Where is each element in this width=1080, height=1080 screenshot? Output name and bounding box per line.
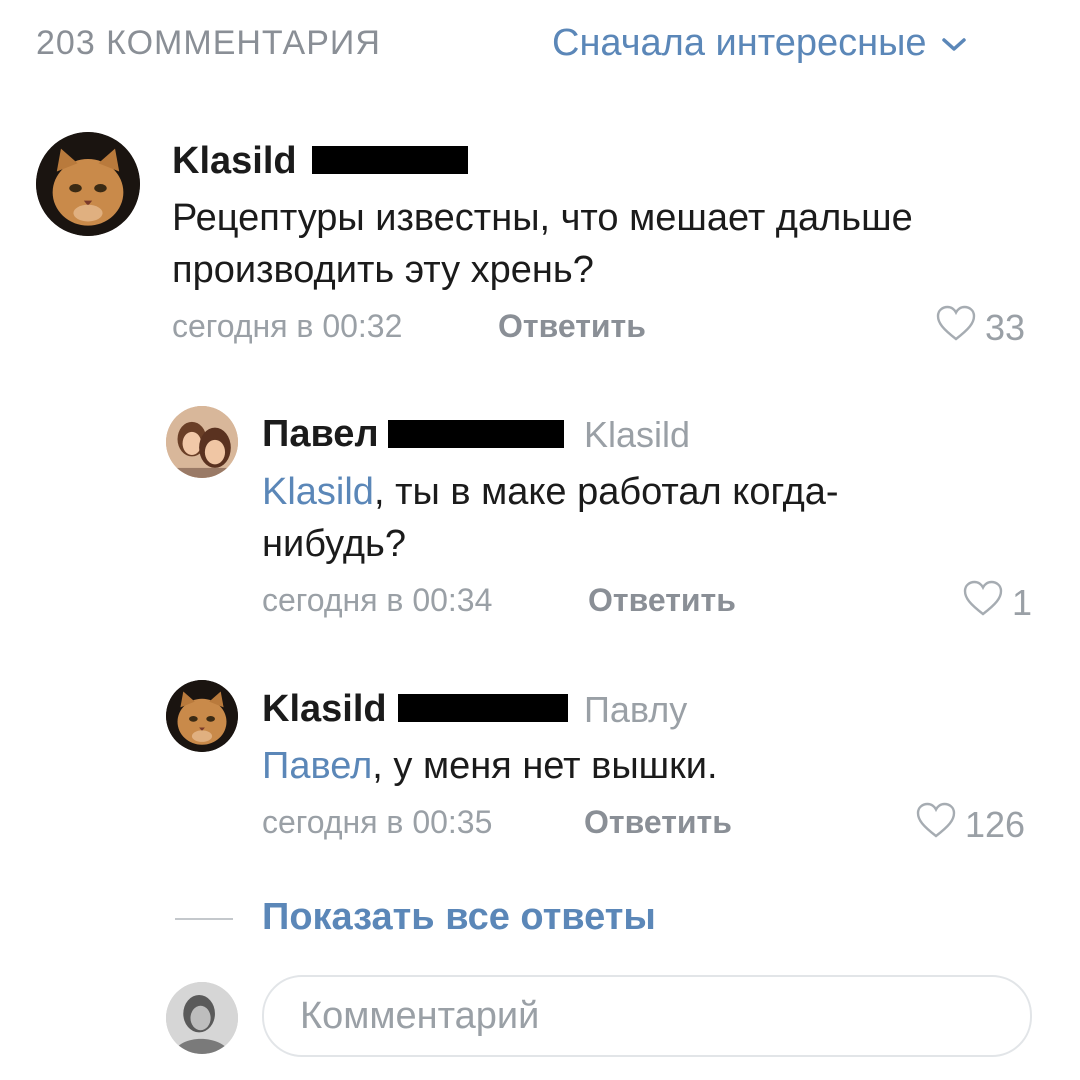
- mention-link[interactable]: Павел: [262, 745, 372, 787]
- comment-author[interactable]: Klasild: [172, 140, 297, 183]
- comment-input[interactable]: Комментарий: [262, 975, 1032, 1057]
- cat-avatar-icon: [36, 132, 140, 236]
- comment-time: сегодня в 00:35: [262, 804, 493, 840]
- reply-button[interactable]: Ответить: [584, 804, 732, 841]
- comment-text: Klasild, ты в маке работал когда-нибудь?: [262, 466, 902, 570]
- sort-label: Сначала интересные: [552, 22, 927, 64]
- reply-button[interactable]: Ответить: [588, 582, 736, 619]
- like-count: 126: [965, 803, 1026, 845]
- comment-body: , у меня нет вышки.: [372, 745, 718, 787]
- avatar[interactable]: [36, 132, 140, 236]
- redaction-bar: [398, 694, 568, 722]
- heart-icon: [915, 801, 957, 848]
- comment-time: сегодня в 00:32: [172, 308, 403, 344]
- avatar[interactable]: [166, 680, 238, 752]
- like-button[interactable]: 1: [962, 579, 1032, 626]
- comment-text: Рецептуры известны, что мешает дальше пр…: [172, 197, 913, 291]
- user-photo-icon: [166, 982, 238, 1054]
- user-photo-icon: [166, 406, 238, 478]
- cat-avatar-icon: [166, 680, 238, 752]
- mention-link[interactable]: Klasild: [262, 471, 374, 513]
- comment-author[interactable]: Klasild: [262, 688, 387, 731]
- chevron-down-icon: [941, 22, 967, 65]
- reply-to-user[interactable]: Klasild: [584, 414, 690, 456]
- heart-icon: [962, 579, 1004, 626]
- comment-text: Павел, у меня нет вышки.: [262, 740, 1022, 792]
- comment-author[interactable]: Павел: [262, 413, 379, 456]
- like-count: 33: [985, 306, 1026, 348]
- redaction-bar: [388, 420, 564, 448]
- comment-time: сегодня в 00:34: [262, 582, 493, 618]
- like-button[interactable]: 33: [935, 304, 1025, 351]
- show-all-replies-link[interactable]: Показать все ответы: [262, 896, 656, 939]
- comment-input-placeholder: Комментарий: [300, 994, 540, 1037]
- comments-count: 203 КОММЕНТАРИЯ: [36, 24, 381, 62]
- redaction-bar: [312, 146, 468, 174]
- current-user-avatar: [166, 982, 238, 1054]
- like-count: 1: [1012, 581, 1033, 623]
- reply-to-user[interactable]: Павлу: [584, 689, 687, 731]
- like-button[interactable]: 126: [915, 801, 1025, 848]
- sort-dropdown[interactable]: Сначала интересные: [552, 22, 967, 65]
- reply-button[interactable]: Ответить: [498, 308, 646, 345]
- heart-icon: [935, 304, 977, 351]
- avatar[interactable]: [166, 406, 238, 478]
- divider-dash: [175, 918, 233, 920]
